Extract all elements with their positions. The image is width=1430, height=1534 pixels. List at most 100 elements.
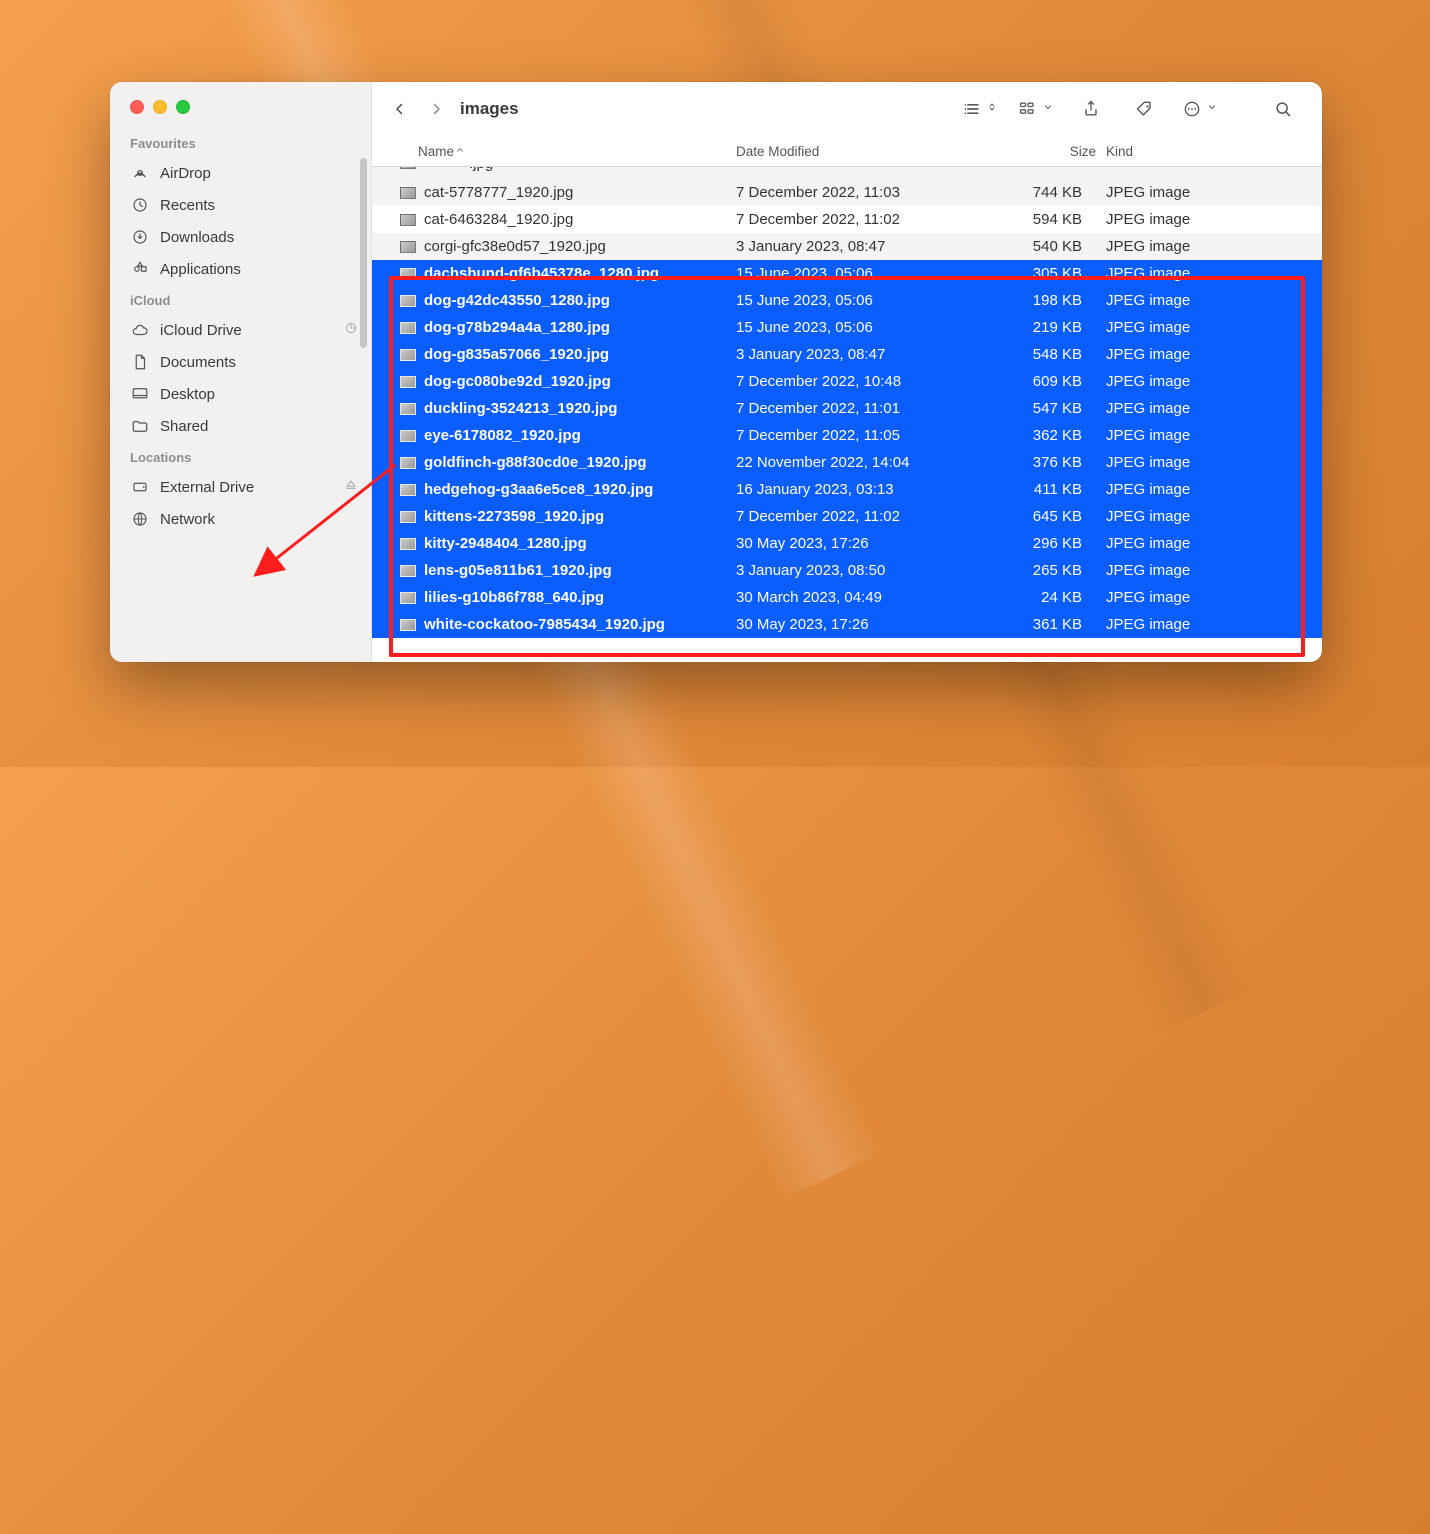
file-thumbnail-icon	[400, 565, 416, 577]
file-kind: JPEG image	[1096, 400, 1322, 417]
file-row[interactable]: white-cockatoo-7985434_1920.jpg30 May 20…	[372, 611, 1322, 638]
file-row[interactable]: kitty-2948404_1280.jpg30 May 2023, 17:26…	[372, 530, 1322, 557]
file-kind: JPEG image	[1096, 265, 1322, 282]
file-thumbnail-icon	[400, 484, 416, 496]
file-kind: JPEG image	[1096, 508, 1322, 525]
sidebar-item-label: External Drive	[160, 479, 254, 496]
view-mode-button[interactable]	[962, 92, 998, 126]
file-date: 30 March 2023, 04:49	[736, 589, 966, 606]
toolbar: images	[372, 82, 1322, 137]
file-row[interactable]: hedgehog-g3aa6e5ce8_1920.jpg16 January 2…	[372, 476, 1322, 503]
column-header-date[interactable]: Date Modified	[736, 144, 966, 159]
sidebar-item-label: Network	[160, 511, 215, 528]
file-kind: JPEG image	[1096, 184, 1322, 201]
updown-icon	[986, 100, 998, 118]
file-thumbnail-icon	[400, 619, 416, 631]
file-size: 219 KB	[966, 319, 1096, 336]
sidebar-item-recents[interactable]: Recents	[110, 189, 371, 221]
sidebar-scrollbar[interactable]	[360, 158, 367, 348]
sidebar-item-desktop[interactable]: Desktop	[110, 378, 371, 410]
sidebar-item-external-drive[interactable]: External Drive	[110, 471, 371, 503]
file-size: 305 KB	[966, 265, 1096, 282]
sidebar-item-shared[interactable]: Shared	[110, 410, 371, 442]
file-row[interactable]: kittens-2273598_1920.jpg7 December 2022,…	[372, 503, 1322, 530]
sidebar-item-downloads[interactable]: Downloads	[110, 221, 371, 253]
eject-icon[interactable]	[343, 477, 359, 497]
cloud-icon	[130, 320, 150, 340]
search-button[interactable]	[1266, 92, 1300, 126]
nav-forward-button[interactable]	[418, 100, 454, 118]
sidebar-item-network[interactable]: Network	[110, 503, 371, 535]
column-header-label: Date Modified	[736, 144, 819, 159]
sidebar-item-airdrop[interactable]: AirDrop	[110, 157, 371, 189]
file-date: 30 May 2023, 17:26	[736, 535, 966, 552]
file-row[interactable]: dog-g835a57066_1920.jpg3 January 2023, 0…	[372, 341, 1322, 368]
file-row[interactable]: duckling-3524213_1920.jpg7 December 2022…	[372, 395, 1322, 422]
file-row[interactable]: dog-g78b294a4a_1280.jpg15 June 2023, 05:…	[372, 314, 1322, 341]
column-header-name[interactable]: Name	[418, 144, 736, 159]
file-list[interactable]: ———.jpg cat-5778777_1920.jpg7 December 2…	[372, 167, 1322, 662]
airdrop-icon	[130, 163, 150, 183]
file-date: 7 December 2022, 11:05	[736, 427, 966, 444]
file-kind: JPEG image	[1096, 454, 1322, 471]
file-size: 198 KB	[966, 292, 1096, 309]
sidebar-item-documents[interactable]: Documents	[110, 346, 371, 378]
file-row[interactable]: cat-6463284_1920.jpg7 December 2022, 11:…	[372, 206, 1322, 233]
desktop-icon	[130, 384, 150, 404]
sidebar-item-label: Recents	[160, 197, 215, 214]
sidebar-section-favourites: Favourites	[110, 128, 371, 157]
file-kind: JPEG image	[1096, 373, 1322, 390]
column-header-label: Kind	[1106, 144, 1133, 159]
share-button[interactable]	[1074, 92, 1108, 126]
nav-back-button[interactable]	[382, 100, 418, 118]
column-header-size[interactable]: Size	[966, 144, 1096, 159]
file-thumbnail-icon	[400, 403, 416, 415]
column-header-kind[interactable]: Kind	[1096, 144, 1322, 159]
file-row[interactable]: lilies-g10b86f788_640.jpg30 March 2023, …	[372, 584, 1322, 611]
file-kind: JPEG image	[1096, 616, 1322, 633]
file-thumbnail-icon	[400, 241, 416, 253]
more-actions-button[interactable]	[1182, 92, 1218, 126]
chevron-down-icon	[1206, 100, 1218, 118]
group-by-button[interactable]	[1018, 92, 1054, 126]
globe-icon	[130, 509, 150, 529]
file-row[interactable]: cat-5778777_1920.jpg7 December 2022, 11:…	[372, 179, 1322, 206]
file-thumbnail-icon	[400, 538, 416, 550]
file-kind: JPEG image	[1096, 562, 1322, 579]
zoom-button[interactable]	[176, 100, 190, 114]
file-row[interactable]: ———.jpg	[372, 167, 1322, 179]
chevron-down-icon	[1042, 100, 1054, 118]
file-name: cat-6463284_1920.jpg	[424, 211, 573, 228]
file-name: white-cockatoo-7985434_1920.jpg	[424, 616, 665, 633]
file-name: hedgehog-g3aa6e5ce8_1920.jpg	[424, 481, 653, 498]
file-name: dog-g835a57066_1920.jpg	[424, 346, 609, 363]
file-thumbnail-icon	[400, 430, 416, 442]
file-row[interactable]: lens-g05e811b61_1920.jpg3 January 2023, …	[372, 557, 1322, 584]
sidebar-item-icloud-drive[interactable]: iCloud Drive	[110, 314, 371, 346]
file-name: cat-5778777_1920.jpg	[424, 184, 573, 201]
sidebar-item-applications[interactable]: Applications	[110, 253, 371, 285]
sidebar-item-label: Documents	[160, 354, 236, 371]
sidebar-section-locations: Locations	[110, 442, 371, 471]
finder-window: Favourites AirDrop Recents Downloads App…	[110, 82, 1322, 662]
sort-ascending-icon	[454, 144, 476, 159]
file-row[interactable]: goldfinch-g88f30cd0e_1920.jpg22 November…	[372, 449, 1322, 476]
clock-icon	[130, 195, 150, 215]
file-name: dog-g42dc43550_1280.jpg	[424, 292, 610, 309]
sidebar-item-label: AirDrop	[160, 165, 211, 182]
file-date: 7 December 2022, 11:01	[736, 400, 966, 417]
external-disk-icon	[130, 477, 150, 497]
file-row[interactable]: eye-6178082_1920.jpg7 December 2022, 11:…	[372, 422, 1322, 449]
minimize-button[interactable]	[153, 100, 167, 114]
file-row[interactable]: dog-gc080be92d_1920.jpg7 December 2022, …	[372, 368, 1322, 395]
tags-button[interactable]	[1128, 92, 1162, 126]
file-name: corgi-gfc38e0d57_1920.jpg	[424, 238, 606, 255]
file-row[interactable]: dog-g42dc43550_1280.jpg15 June 2023, 05:…	[372, 287, 1322, 314]
file-row[interactable]: corgi-gfc38e0d57_1920.jpg3 January 2023,…	[372, 233, 1322, 260]
file-thumbnail-icon	[400, 268, 416, 280]
sidebar-item-label: Downloads	[160, 229, 234, 246]
file-row[interactable]: dachshund-gf6b45378e_1280.jpg15 June 202…	[372, 260, 1322, 287]
close-button[interactable]	[130, 100, 144, 114]
file-name: dachshund-gf6b45378e_1280.jpg	[424, 265, 659, 282]
file-name: kittens-2273598_1920.jpg	[424, 508, 604, 525]
